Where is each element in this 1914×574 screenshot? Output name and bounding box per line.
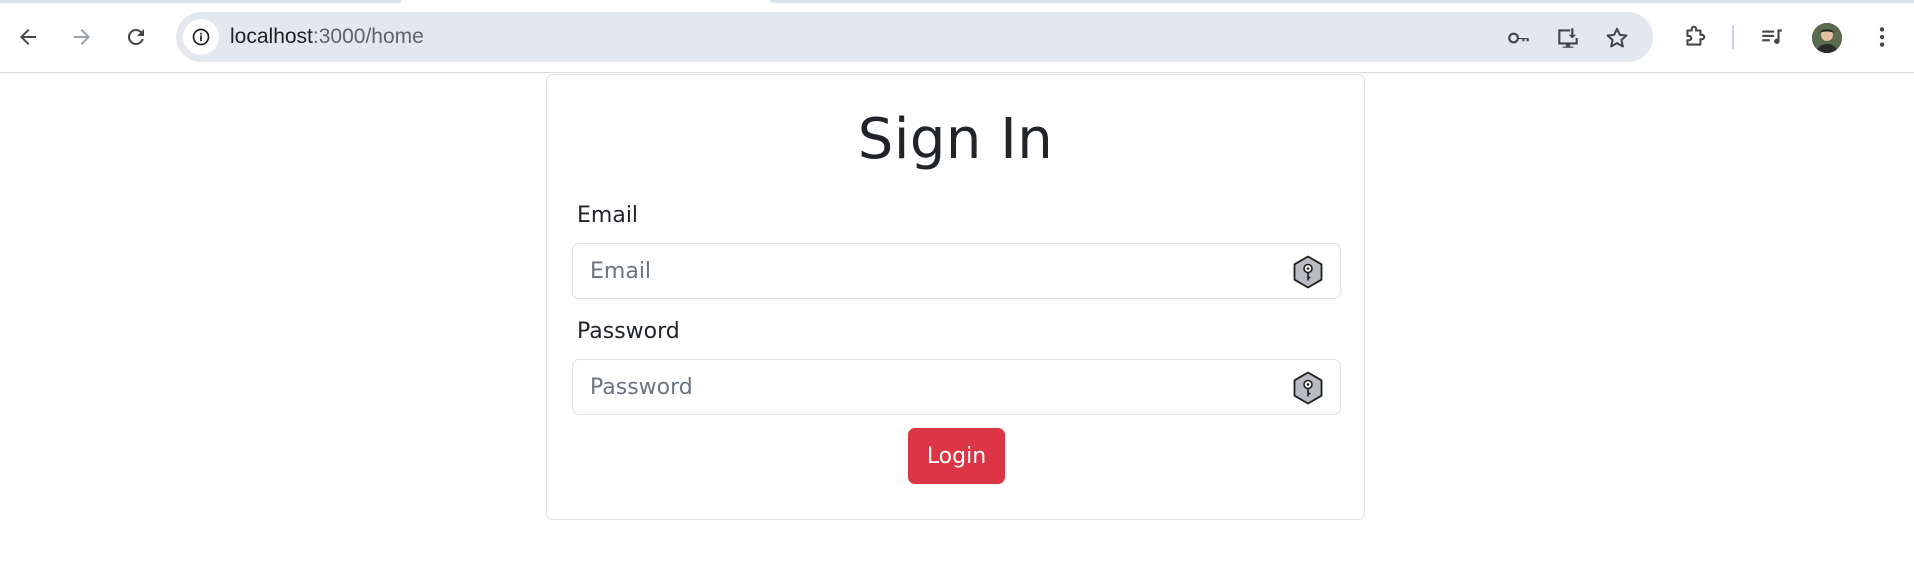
sign-in-card: Sign In Email Password Login <box>546 74 1365 520</box>
back-button[interactable] <box>8 17 48 57</box>
site-info-button[interactable] <box>183 19 219 55</box>
avatar-image <box>1812 23 1842 53</box>
install-icon <box>1558 28 1578 48</box>
login-button[interactable]: Login <box>908 428 1005 484</box>
profile-avatar[interactable] <box>1812 23 1842 53</box>
toolbar-divider <box>1732 25 1734 49</box>
browser-menu-button[interactable] <box>1867 22 1897 52</box>
media-playlist-icon <box>1762 29 1782 45</box>
puzzle-icon <box>1686 25 1706 46</box>
password-manager-button[interactable] <box>1506 25 1532 51</box>
page-title: Sign In <box>857 107 1054 172</box>
bookmark-button[interactable] <box>1604 25 1630 51</box>
reload-icon <box>127 28 144 45</box>
keyhole-hexagon-icon <box>1293 255 1323 289</box>
extensions-button[interactable] <box>1680 22 1710 52</box>
reload-button[interactable] <box>116 17 156 57</box>
url-path: :3000/home <box>312 25 424 48</box>
password-manager-fill-button[interactable] <box>1290 254 1326 290</box>
address-bar[interactable]: localhost:3000/home <box>176 12 1653 62</box>
password-field-wrapper <box>572 359 1341 415</box>
password-label: Password <box>577 319 680 344</box>
arrow-right-icon <box>74 29 90 45</box>
keyhole-hexagon-icon <box>1293 371 1323 405</box>
password-field[interactable] <box>573 360 1340 414</box>
kebab-menu-icon <box>1879 27 1885 47</box>
forward-button[interactable] <box>62 17 102 57</box>
email-field-wrapper <box>572 243 1341 299</box>
email-label: Email <box>577 203 639 228</box>
star-icon <box>1606 27 1628 48</box>
install-app-button[interactable] <box>1555 25 1581 51</box>
tab-strip-edge <box>0 0 402 3</box>
media-controls-button[interactable] <box>1757 22 1787 52</box>
info-icon <box>192 28 210 46</box>
tab-strip-edge <box>770 0 1914 3</box>
key-icon <box>1508 32 1529 44</box>
url-text[interactable]: localhost:3000/home <box>230 12 424 62</box>
arrow-left-icon <box>20 29 36 45</box>
password-manager-fill-button[interactable] <box>1290 370 1326 406</box>
email-field[interactable] <box>573 244 1340 298</box>
url-host: localhost <box>230 25 313 48</box>
browser-toolbar: localhost:3000/home <box>0 0 1914 73</box>
